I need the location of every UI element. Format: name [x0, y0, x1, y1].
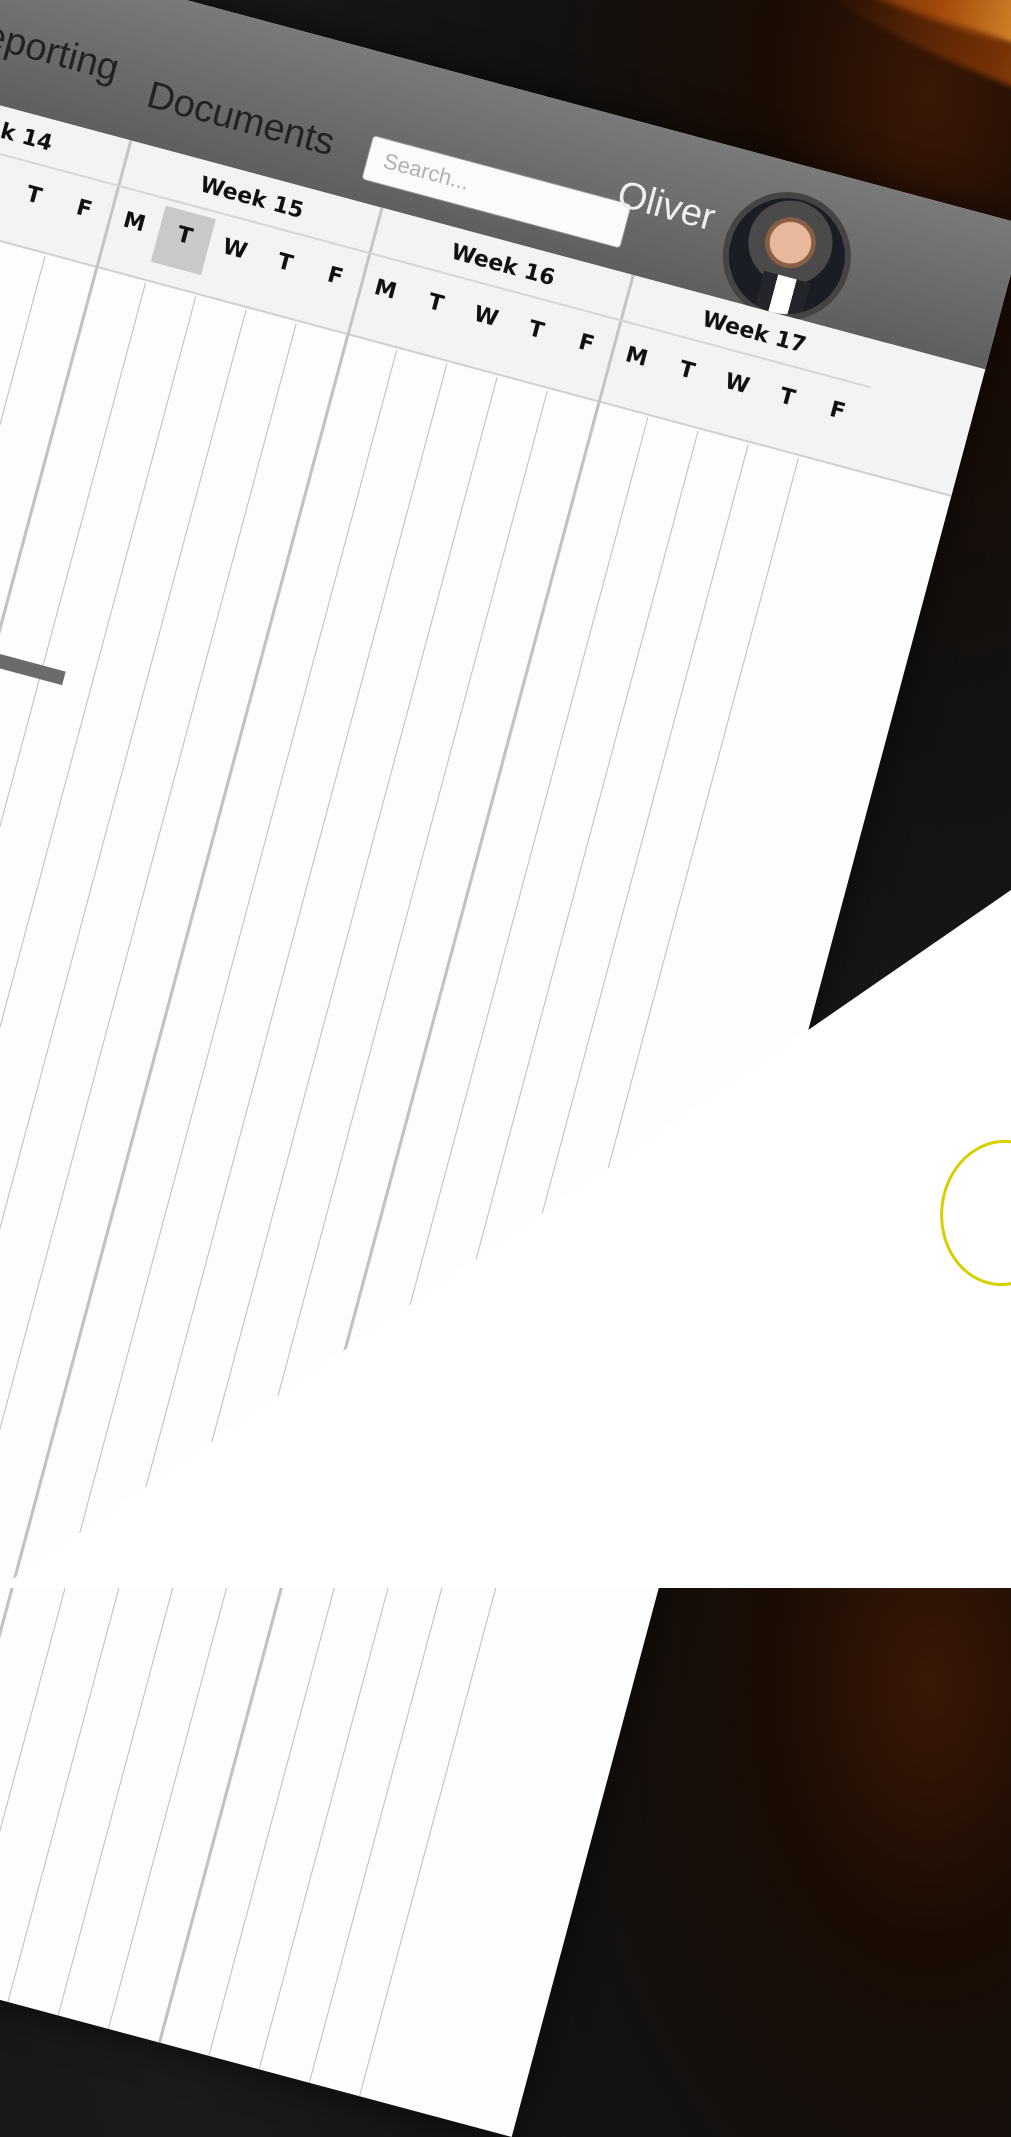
week-separator [0, 207, 384, 1976]
nav-reporting[interactable]: Reporting [0, 7, 124, 91]
day-gridline [56, 377, 498, 2020]
day-gridline [0, 323, 297, 1966]
day-gridline [0, 309, 247, 1953]
day-gridline [0, 282, 146, 1926]
day-gridline [6, 363, 448, 2007]
user-name: Oliver [612, 173, 720, 240]
day-gridline [106, 390, 548, 2033]
